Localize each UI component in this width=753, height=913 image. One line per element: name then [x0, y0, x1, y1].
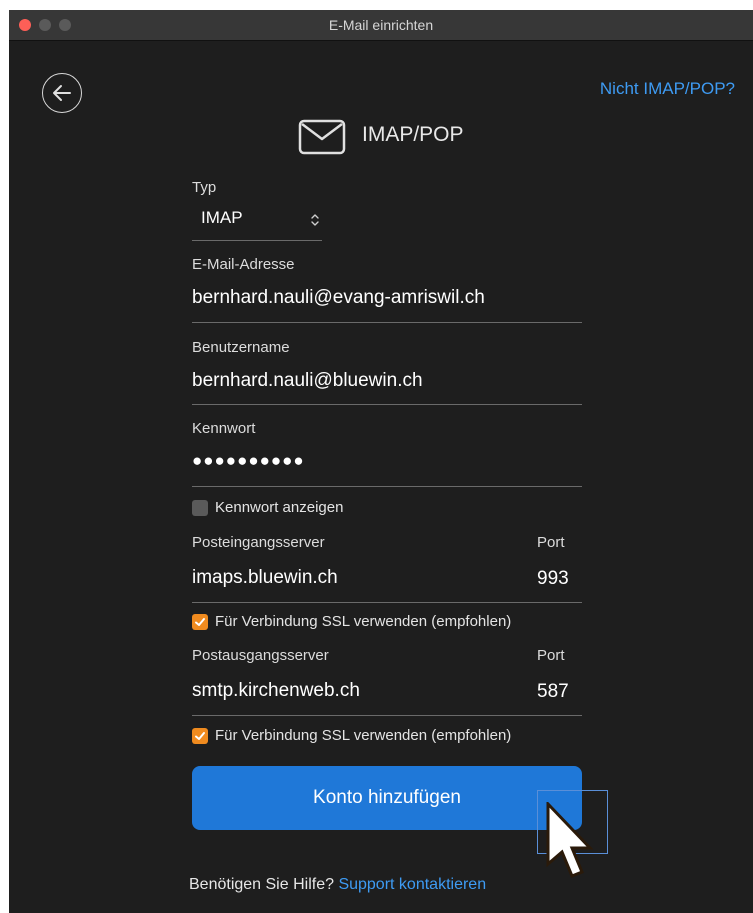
contact-support-link[interactable]: Support kontaktieren — [338, 876, 486, 893]
email-field-underline — [192, 322, 582, 323]
page-title: IMAP/POP — [362, 123, 464, 146]
email-setup-window: E-Mail einrichten Nicht IMAP/POP? IMAP/P… — [9, 10, 753, 913]
outgoing-port-label: Port — [537, 647, 565, 664]
type-select-value: IMAP — [201, 208, 243, 227]
type-select-underline — [192, 240, 322, 241]
incoming-port-field[interactable]: 993 — [537, 568, 569, 590]
mouse-pointer-icon — [546, 802, 594, 878]
password-field-underline — [192, 486, 582, 487]
email-field[interactable]: bernhard.nauli@evang-amriswil.ch — [192, 287, 485, 309]
incoming-ssl-checkbox[interactable] — [192, 614, 208, 630]
title-bar: E-Mail einrichten — [9, 10, 753, 41]
back-button[interactable] — [42, 73, 82, 113]
checkmark-icon — [195, 732, 205, 740]
help-question: Benötigen Sie Hilfe? — [189, 876, 334, 893]
outgoing-server-underline — [192, 715, 582, 716]
outgoing-ssl-label: Für Verbindung SSL verwenden (empfohlen) — [215, 727, 512, 744]
password-field[interactable]: ●●●●●●●●●● — [192, 451, 305, 471]
outgoing-server-field[interactable]: smtp.kirchenweb.ch — [192, 680, 360, 702]
outgoing-port-field[interactable]: 587 — [537, 681, 569, 703]
incoming-port-label: Port — [537, 534, 565, 551]
username-label: Benutzername — [192, 339, 290, 356]
envelope-icon — [298, 119, 346, 155]
type-label: Typ — [192, 179, 217, 196]
show-password-label: Kennwort anzeigen — [215, 499, 344, 516]
checkmark-icon — [195, 618, 205, 626]
not-imap-pop-link[interactable]: Nicht IMAP/POP? — [600, 79, 735, 99]
incoming-server-underline — [192, 602, 582, 603]
incoming-server-label: Posteingangsserver — [192, 534, 325, 551]
chevron-up-down-icon — [311, 214, 319, 226]
type-select[interactable]: IMAP — [192, 200, 322, 240]
outgoing-server-label: Postausgangsserver — [192, 647, 329, 664]
email-label: E-Mail-Adresse — [192, 256, 295, 273]
arrow-left-icon — [53, 85, 71, 101]
add-account-button[interactable]: Konto hinzufügen — [192, 766, 582, 830]
username-field[interactable]: bernhard.nauli@bluewin.ch — [192, 370, 423, 392]
password-label: Kennwort — [192, 420, 256, 437]
incoming-ssl-label: Für Verbindung SSL verwenden (empfohlen) — [215, 613, 512, 630]
username-field-underline — [192, 404, 582, 405]
window-title: E-Mail einrichten — [328, 17, 434, 33]
show-password-checkbox[interactable] — [192, 500, 208, 516]
help-line: Benötigen Sie Hilfe? Support kontaktiere… — [189, 876, 486, 894]
outgoing-ssl-checkbox[interactable] — [192, 728, 208, 744]
incoming-server-field[interactable]: imaps.bluewin.ch — [192, 567, 338, 589]
